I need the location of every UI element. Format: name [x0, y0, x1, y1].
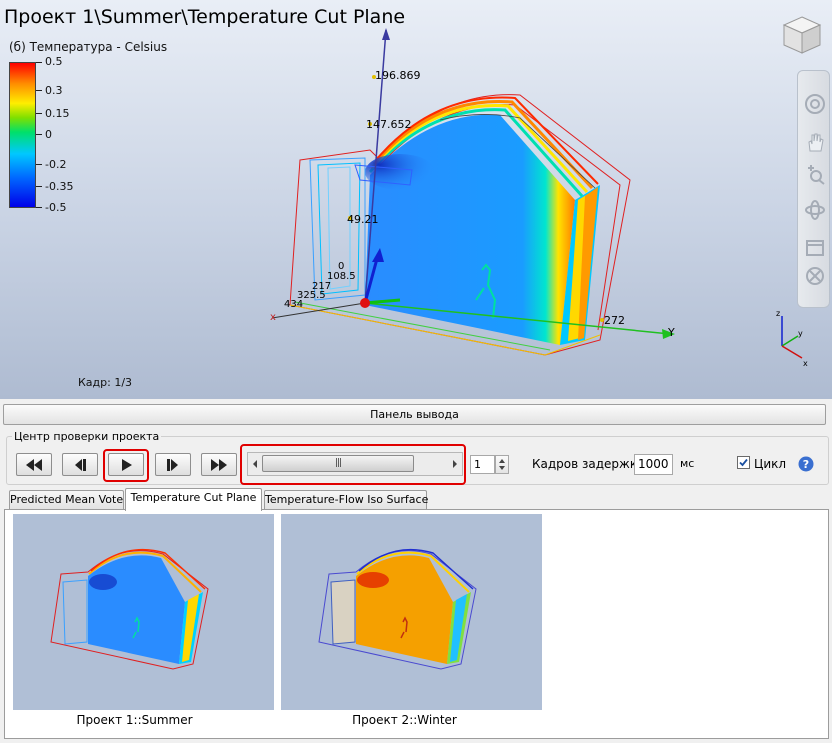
- fast-forward-icon: [211, 458, 227, 471]
- loop-label: Цикл: [754, 457, 787, 471]
- steering-wheel-icon[interactable]: [804, 93, 826, 115]
- winter-preview: [318, 548, 477, 670]
- settings-icon[interactable]: [804, 265, 826, 287]
- spin-arrows-icon: [499, 459, 505, 470]
- z-axis-label: 49.21: [347, 213, 379, 226]
- frame-indicator: Кадр: 1/3: [78, 376, 133, 389]
- frame-number-input[interactable]: 1: [470, 455, 495, 474]
- y-axis-name: Y: [668, 326, 675, 339]
- x-axis-label: 108.5: [327, 271, 356, 282]
- svg-text:y: y: [798, 329, 803, 338]
- slider-highlight: [240, 444, 466, 485]
- svg-text:x: x: [803, 359, 808, 368]
- tab-temperature-flow-iso-surface[interactable]: Temperature-Flow Iso Surface: [264, 490, 428, 510]
- tab-predicted-mean-vote[interactable]: Predicted Mean Vote: [9, 490, 124, 510]
- temperature-cut-plane-model: x: [270, 28, 675, 356]
- tab-temperature-cut-plane[interactable]: Temperature Cut Plane: [125, 488, 262, 511]
- y-axis-label: 272: [604, 314, 625, 327]
- summer-preview: [50, 548, 209, 670]
- z-axis-label: 147.652: [366, 118, 412, 131]
- delay-input[interactable]: 1000: [634, 454, 673, 475]
- help-icon[interactable]: ?: [798, 456, 814, 472]
- last-frame-button[interactable]: [201, 453, 237, 476]
- viewport-3d[interactable]: Проект 1\Summer\Temperature Cut Plane (б…: [0, 0, 832, 399]
- app-window: Проект 1\Summer\Temperature Cut Plane (б…: [0, 0, 832, 743]
- play-highlight: [103, 449, 149, 482]
- thumbnail-caption: Проект 1::Summer: [76, 713, 193, 727]
- rewind-icon: [26, 458, 42, 471]
- thumbnail-summer[interactable]: [13, 514, 274, 710]
- x-axis-label: 434: [284, 299, 304, 310]
- svg-text:z: z: [776, 309, 780, 318]
- check-icon: [739, 458, 748, 467]
- svg-text:?: ?: [803, 458, 809, 471]
- delay-unit-label: мс: [680, 457, 695, 470]
- section-icon[interactable]: [804, 235, 826, 257]
- z-axis-label: 196.869: [375, 69, 421, 82]
- thumbnail-caption: Проект 2::Winter: [352, 713, 457, 727]
- zoom-icon[interactable]: [804, 163, 826, 185]
- step-forward-icon: [167, 458, 178, 471]
- control-group-title: Центр проверки проекта: [12, 430, 162, 443]
- navigation-bar: [797, 70, 830, 308]
- delay-label: Кадров задержки:: [532, 457, 649, 471]
- nav-cube-icon[interactable]: [780, 13, 824, 57]
- next-frame-button[interactable]: [155, 453, 191, 476]
- frame-spinner[interactable]: [495, 455, 509, 474]
- first-frame-button[interactable]: [16, 453, 52, 476]
- step-back-icon: [75, 458, 86, 471]
- pan-hand-icon[interactable]: [804, 131, 826, 153]
- output-panel-button[interactable]: Панель вывода: [3, 404, 826, 425]
- previous-frame-button[interactable]: [62, 453, 98, 476]
- thumbnail-winter[interactable]: [281, 514, 542, 710]
- orbit-icon[interactable]: [804, 199, 826, 221]
- svg-text:x: x: [270, 312, 276, 323]
- loop-checkbox[interactable]: [737, 456, 750, 469]
- mini-axes-icon: z y x: [776, 309, 808, 368]
